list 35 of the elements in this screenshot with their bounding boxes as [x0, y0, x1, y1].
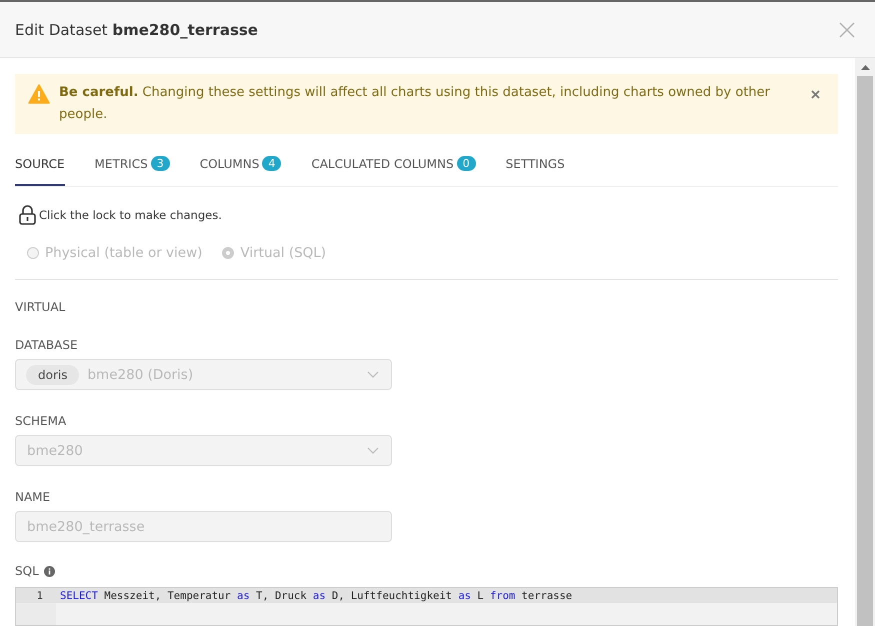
field-label: SCHEMA [15, 414, 68, 428]
close-icon[interactable] [811, 90, 820, 99]
count-badge: 0 [456, 156, 476, 171]
radio-label: Physical (table or view) [45, 245, 202, 261]
radio-label: Virtual (SQL) [240, 245, 326, 261]
info-icon[interactable] [44, 566, 55, 576]
lock-hint: Click the lock to make changes. [39, 208, 222, 222]
chevron-icon [367, 447, 379, 454]
database-select[interactable]: doris bme280 (Doris) [15, 359, 392, 390]
code-line: SELECT Messzeit, Temperatur as T, Druck as D, Luftfeuchtigkeit as L from terrasse [59, 590, 572, 602]
radio-button[interactable] [222, 247, 234, 259]
tab[interactable]: SETTINGS [506, 142, 565, 186]
tab[interactable]: METRICS 3 [94, 142, 170, 186]
radio-button[interactable] [27, 247, 39, 259]
field-label: DATABASE [15, 338, 79, 352]
lock-icon[interactable] [19, 205, 36, 225]
window-title: Edit Dataset bme280_terrasse [15, 20, 258, 38]
section-title: VIRTUAL [15, 300, 66, 314]
scrollbar-thumb[interactable] [857, 76, 873, 626]
line-number: 1 [36, 590, 44, 602]
scroll-up-icon[interactable] [860, 65, 870, 70]
close-icon[interactable] [839, 22, 855, 38]
database-tag: doris [26, 364, 80, 384]
warning-icon [28, 84, 50, 104]
count-badge: 4 [262, 156, 282, 171]
scrollbar[interactable] [855, 58, 875, 626]
tab[interactable]: SOURCE [15, 142, 65, 186]
tab[interactable]: COLUMNS 4 [200, 142, 282, 186]
field-label: NAME [15, 490, 52, 504]
warning-message: Be careful. Changing these settings will affect all charts using this dataset, including charts owned by other people. [59, 84, 772, 124]
sql-editor[interactable]: 1 SELECT Messzeit, Temperatur as T, Druck as D, Luftfeuchtigkeit as L from terrasse [15, 587, 838, 626]
chevron-icon [367, 371, 379, 378]
count-badge: 3 [150, 156, 170, 171]
tab[interactable]: CALCULATED COLUMNS 0 [311, 142, 476, 186]
field-label: SQL [15, 564, 39, 578]
